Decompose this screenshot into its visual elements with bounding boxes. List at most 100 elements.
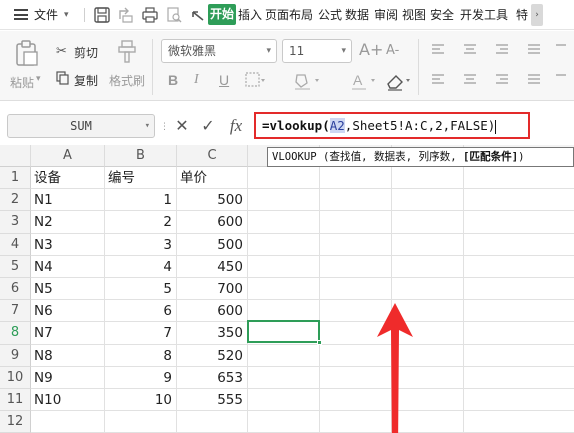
row-header[interactable]: 9 — [0, 344, 31, 367]
table-cell[interactable]: N4 — [31, 255, 105, 278]
empty-cell[interactable] — [464, 322, 574, 345]
table-cell[interactable]: 600 — [177, 300, 248, 323]
table-cell[interactable]: 6 — [105, 300, 177, 323]
bold-button[interactable]: B — [168, 70, 178, 90]
empty-cell[interactable] — [392, 211, 464, 234]
empty-cell[interactable] — [464, 234, 574, 256]
table-cell[interactable]: 9 — [105, 366, 177, 389]
table-cell[interactable]: N1 — [31, 189, 105, 212]
select-all-corner[interactable] — [0, 145, 31, 167]
row-header[interactable]: 11 — [0, 389, 31, 412]
fill-color-icon[interactable] — [293, 71, 323, 91]
empty-cell[interactable] — [320, 167, 392, 190]
table-cell[interactable]: 500 — [177, 189, 248, 212]
font-name-select[interactable]: 微软雅黑 ▾ — [161, 39, 277, 63]
empty-cell[interactable] — [464, 367, 574, 389]
column-header-b[interactable]: B — [105, 145, 177, 167]
empty-cell[interactable] — [464, 167, 574, 190]
row-header[interactable]: 1 — [0, 167, 31, 190]
empty-cell[interactable] — [248, 255, 320, 278]
row-header[interactable]: 12 — [0, 411, 31, 433]
empty-cell[interactable] — [392, 167, 464, 190]
cancel-formula-button[interactable]: ✕ — [172, 116, 192, 136]
font-size-select[interactable]: 11 ▾ — [282, 39, 352, 63]
tab-page-layout[interactable]: 页面布局 — [265, 0, 313, 30]
tab-review[interactable]: 审阅 — [374, 0, 398, 30]
border-icon[interactable] — [244, 71, 266, 89]
formula-input[interactable]: =vlookup(A2,Sheet5!A:C,2,FALSE) — [254, 112, 530, 139]
empty-cell[interactable] — [248, 233, 320, 256]
row-header[interactable]: 10 — [0, 366, 31, 389]
tab-home[interactable]: 开始 — [208, 4, 236, 25]
tab-data[interactable]: 数据 — [345, 0, 369, 30]
table-cell[interactable]: 5 — [105, 278, 177, 301]
hamburger-icon[interactable] — [14, 9, 28, 20]
column-header-a[interactable]: A — [31, 145, 105, 167]
format-painter-icon[interactable] — [116, 39, 138, 65]
empty-cell[interactable] — [248, 189, 320, 212]
table-cell[interactable]: N2 — [31, 211, 105, 234]
column-title-cell[interactable]: 设备 — [31, 167, 105, 190]
file-menu-chevron-icon[interactable]: ▾ — [64, 0, 69, 30]
tab-formulas[interactable]: 公式 — [318, 0, 342, 30]
paste-button[interactable]: 粘贴 — [10, 74, 34, 91]
alignment-group-icons[interactable] — [428, 41, 568, 93]
table-cell[interactable]: 8 — [105, 344, 177, 367]
export-icon[interactable] — [117, 6, 135, 24]
table-cell[interactable]: 10 — [105, 389, 177, 412]
font-color-icon[interactable]: A — [350, 71, 380, 91]
empty-cell[interactable] — [320, 255, 392, 278]
undo-icon[interactable] — [189, 6, 207, 24]
column-title-cell[interactable]: 单价 — [177, 167, 248, 190]
table-cell[interactable]: 4 — [105, 255, 177, 278]
fill-handle[interactable] — [317, 340, 322, 345]
splitter-handle-icon[interactable]: ⋮ — [160, 122, 169, 132]
table-cell[interactable]: N7 — [31, 322, 105, 345]
name-box[interactable]: SUM ▾ — [7, 114, 155, 138]
file-menu[interactable]: 文件 — [34, 0, 58, 30]
empty-cell[interactable] — [392, 278, 464, 301]
cut-button[interactable]: 剪切 — [74, 44, 98, 61]
table-cell[interactable]: 653 — [177, 366, 248, 389]
row-header[interactable]: 2 — [0, 189, 31, 212]
table-cell[interactable]: 700 — [177, 278, 248, 301]
insert-function-button[interactable]: fx — [224, 116, 248, 136]
active-cell-d8[interactable] — [247, 320, 322, 345]
empty-cell[interactable] — [392, 233, 464, 256]
empty-cell[interactable] — [177, 411, 248, 433]
table-cell[interactable]: N6 — [31, 300, 105, 323]
empty-cell[interactable] — [105, 411, 177, 433]
empty-cell[interactable] — [464, 211, 574, 234]
table-cell[interactable]: N10 — [31, 389, 105, 412]
tab-security[interactable]: 安全 — [430, 0, 454, 30]
empty-cell[interactable] — [464, 345, 574, 367]
table-cell[interactable]: 555 — [177, 389, 248, 412]
table-cell[interactable]: N9 — [31, 366, 105, 389]
tab-developer[interactable]: 开发工具 — [460, 0, 508, 30]
print-preview-icon[interactable] — [165, 6, 183, 24]
table-cell[interactable]: N5 — [31, 278, 105, 301]
empty-cell[interactable] — [248, 366, 320, 389]
row-header[interactable]: 6 — [0, 278, 31, 301]
empty-cell[interactable] — [392, 189, 464, 212]
paste-chevron-icon[interactable]: ▾ — [36, 74, 41, 84]
table-cell[interactable]: 520 — [177, 344, 248, 367]
empty-cell[interactable] — [31, 411, 105, 433]
row-header[interactable]: 5 — [0, 255, 31, 278]
italic-button[interactable]: I — [194, 70, 199, 90]
empty-cell[interactable] — [464, 300, 574, 323]
tab-insert[interactable]: 插入 — [238, 0, 262, 30]
column-header-c[interactable]: C — [177, 145, 248, 167]
table-cell[interactable]: 1 — [105, 189, 177, 212]
underline-button[interactable]: U — [219, 70, 229, 90]
empty-cell[interactable] — [320, 278, 392, 301]
row-header[interactable]: 7 — [0, 300, 31, 323]
empty-cell[interactable] — [464, 189, 574, 212]
empty-cell[interactable] — [248, 389, 320, 412]
table-cell[interactable]: 350 — [177, 322, 248, 345]
table-cell[interactable]: 450 — [177, 255, 248, 278]
empty-cell[interactable] — [320, 233, 392, 256]
tab-special[interactable]: 特 — [516, 0, 528, 30]
table-cell[interactable]: 500 — [177, 233, 248, 256]
empty-cell[interactable] — [464, 278, 574, 301]
